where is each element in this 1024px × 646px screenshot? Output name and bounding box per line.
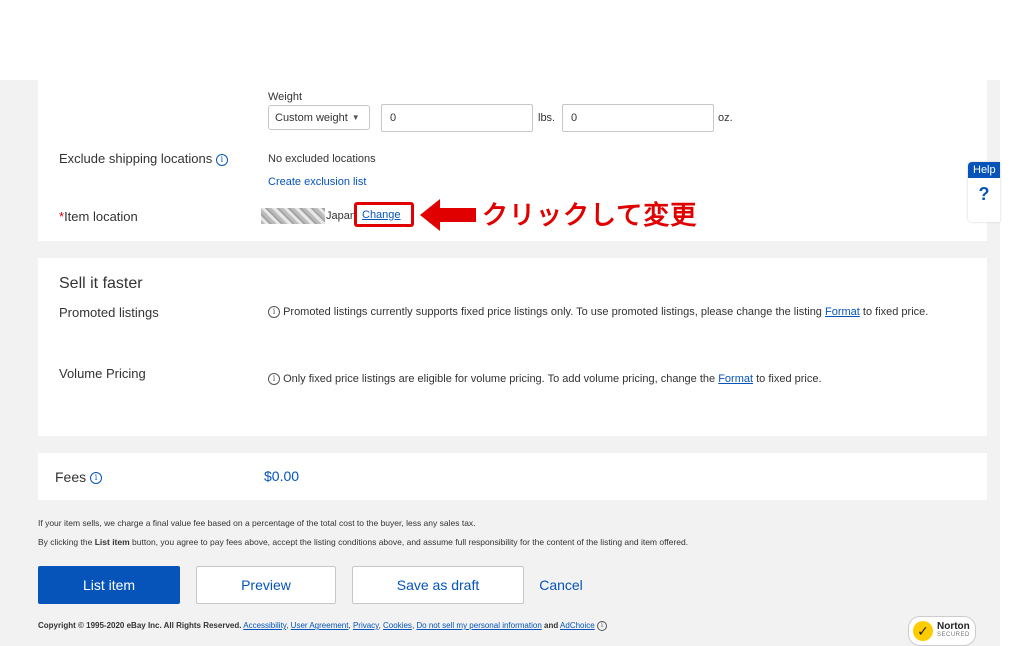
page-footer: Copyright © 1995-2020 eBay Inc. All Righ…: [38, 621, 607, 631]
blurred-address: [261, 208, 325, 224]
fees-label: Fees i: [55, 469, 103, 485]
list-item-button[interactable]: List item: [38, 566, 180, 604]
promoted-listings-label: Promoted listings: [59, 305, 159, 320]
chevron-down-icon: ▼: [351, 113, 360, 122]
info-icon: i: [268, 373, 280, 386]
footer-link-accessibility[interactable]: Accessibility: [243, 621, 286, 630]
exclude-locations-value: No excluded locations: [268, 153, 376, 165]
annotation-text: クリックして変更: [482, 201, 698, 231]
adchoice-icon[interactable]: i: [596, 621, 607, 631]
item-location-label: *Item location: [59, 209, 138, 224]
volume-format-link[interactable]: Format: [718, 373, 753, 385]
oz-unit-label: oz.: [718, 112, 733, 124]
checkmark-icon: ✓: [913, 621, 933, 641]
info-icon[interactable]: i: [90, 472, 103, 485]
volume-pricing-label: Volume Pricing: [59, 366, 146, 381]
promoted-format-link[interactable]: Format: [825, 306, 860, 318]
sell-faster-title: Sell it faster: [59, 275, 143, 292]
norton-secured-badge[interactable]: ✓ Norton SECURED: [908, 616, 976, 646]
fees-panel: [38, 453, 987, 500]
sell-faster-panel: [38, 258, 987, 436]
fees-amount: $0.00: [264, 468, 300, 484]
info-icon: i: [268, 306, 280, 319]
help-tab[interactable]: Help ?: [968, 162, 1000, 222]
promoted-listings-message: i Promoted listings currently supports f…: [268, 306, 928, 319]
save-draft-button[interactable]: Save as draft: [352, 566, 524, 604]
agreement-text: By clicking the List item button, you ag…: [38, 537, 689, 547]
lbs-unit-label: lbs.: [538, 112, 556, 124]
norton-brand: Norton: [937, 621, 970, 632]
preview-button[interactable]: Preview: [196, 566, 336, 604]
exclude-locations-label: Exclude shipping locations i: [59, 151, 228, 166]
volume-pricing-message: i Only fixed price listings are eligible…: [268, 373, 822, 386]
copyright-text: Copyright © 1995-2020 eBay Inc. All Righ…: [38, 621, 242, 631]
create-exclusion-link[interactable]: Create exclusion list: [268, 176, 366, 188]
weight-oz-input[interactable]: 0: [562, 104, 714, 132]
footer-link-cookies[interactable]: Cookies: [383, 621, 412, 630]
weight-lbs-input[interactable]: 0: [381, 104, 533, 132]
fee-disclaimer: If your item sells, we charge a final va…: [38, 518, 476, 528]
footer-link-adchoice[interactable]: AdChoice: [560, 621, 595, 630]
question-icon: ?: [978, 184, 990, 204]
annotation-arrow-icon: [420, 199, 476, 231]
weight-type-value: Custom weight: [275, 111, 348, 124]
info-icon[interactable]: i: [215, 153, 228, 166]
footer-link-user-agreement[interactable]: User Agreement: [291, 621, 349, 630]
norton-secured-label: SECURED: [937, 632, 970, 638]
weight-type-dropdown[interactable]: Custom weight ▼: [268, 105, 370, 130]
help-tab-label: Help: [968, 162, 1000, 178]
footer-link-privacy[interactable]: Privacy: [353, 621, 379, 630]
annotation-highlight-box: [354, 202, 414, 227]
cancel-button[interactable]: Cancel: [536, 566, 586, 604]
weight-label: Weight: [268, 91, 303, 103]
footer-link-do-not-sell[interactable]: Do not sell my personal information: [416, 621, 541, 630]
